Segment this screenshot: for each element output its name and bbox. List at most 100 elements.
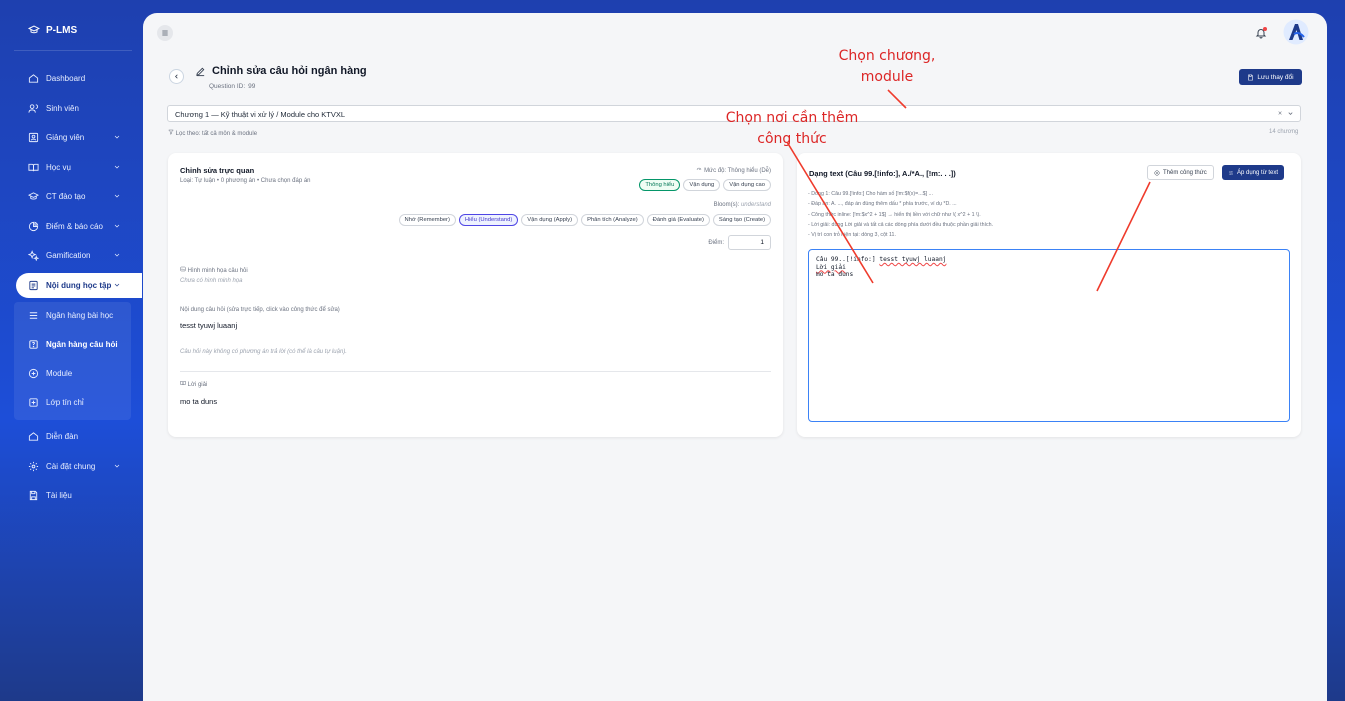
sidebar-item-curriculum[interactable]: CT đào tạo (0, 184, 142, 209)
text-editor-card: Dạng text (Câu 99.[!info:], A./*A., [!m:… (797, 153, 1301, 437)
sidebar-item-learning-content[interactable]: Nội dung học tập (16, 272, 142, 298)
sidebar-item-gamification[interactable]: Gamification (0, 243, 142, 268)
bloom-label: Bloom(s): understand (714, 202, 771, 208)
bloom-options: Nhớ (Remember) Hiểu (Understand) Vận dụn… (398, 214, 771, 226)
sidebar-item-dashboard[interactable]: Dashboard (0, 66, 142, 91)
menu-toggle-button[interactable] (157, 25, 173, 41)
clear-icon[interactable]: × (1278, 110, 1282, 117)
save-icon (1248, 74, 1254, 80)
image-section-label: Hình minh họa câu hỏi (180, 266, 248, 274)
sidebar-item-forum[interactable]: Diễn đàn (0, 424, 142, 449)
sidebar-item-label: Học vụ (46, 162, 71, 172)
visual-editor-title: Chỉnh sửa trực quan (180, 166, 255, 175)
save-button[interactable]: Lưu thay đổi (1239, 69, 1302, 85)
editor-line-3: mo ta duns (816, 271, 854, 278)
bloom-option-analyze[interactable]: Phân tích (Analyze) (581, 214, 644, 226)
annotation-line: Chọn chương, (838, 48, 936, 64)
sidebar-subitem-module[interactable]: Module (14, 361, 131, 386)
sidebar-subitem-question-bank[interactable]: Ngân hàng câu hỏi (14, 332, 131, 357)
difficulty-label: Mức độ: Thông hiểu (Dễ) (696, 166, 771, 174)
bloom-option-apply[interactable]: Vận dụng (Apply) (521, 214, 579, 226)
save-icon (28, 490, 39, 501)
sidebar-nav: Dashboard Sinh viên Giảng viên Học vụ CT… (0, 66, 142, 513)
syntax-note: - Công thức inline: [!m:$x^2 + 1$] → hiể… (808, 211, 981, 218)
sparkles-icon (28, 250, 39, 261)
pie-chart-icon (28, 221, 39, 232)
annotation-line: module (860, 69, 914, 85)
score-input[interactable]: 1 (728, 235, 771, 250)
syntax-note: - Lời giải: dùng Lời giải và tất cả các … (808, 221, 994, 228)
sidebar-item-label: Cài đặt chung (46, 461, 96, 471)
pencil-icon (196, 67, 205, 76)
chapter-count: 14 chương (1269, 129, 1299, 135)
chevron-down-icon (114, 253, 120, 257)
chevron-down-icon (114, 283, 120, 286)
sidebar-item-lecturers[interactable]: Giảng viên (0, 125, 142, 150)
difficulty-label-text: Mức độ: Thông hiểu (Dễ) (704, 168, 771, 174)
no-options-hint: Câu hỏi này không có phương án trả lời (… (180, 349, 347, 355)
sidebar-item-label: Lớp tín chỉ (46, 398, 84, 407)
notification-button[interactable] (1255, 27, 1267, 39)
sidebar-item-label: Ngân hàng bài học (46, 311, 114, 320)
graduation-cap-icon (28, 191, 39, 202)
sidebar-subitem-lesson-bank[interactable]: Ngân hàng bài học (14, 303, 131, 328)
difficulty-option-understand[interactable]: Thông hiểu (639, 179, 681, 191)
sidebar-item-label: Ngân hàng câu hỏi (46, 340, 118, 349)
chevron-down-icon[interactable] (1287, 110, 1294, 117)
score-field: Điểm: 1 (708, 235, 771, 250)
editor-line-1: Câu 99..[!info:] tesst tyuwj luaanj (816, 256, 946, 263)
book-open-icon (28, 162, 39, 173)
back-button[interactable] (169, 69, 184, 84)
sidebar-item-students[interactable]: Sinh viên (0, 96, 142, 121)
content-label: Nội dung câu hỏi (sửa trực tiếp, click v… (180, 307, 340, 313)
difficulty-options: Thông hiểu Vận dụng Vận dụng cao (639, 179, 771, 191)
add-formula-label: Thêm công thức (1163, 169, 1207, 176)
bloom-option-evaluate[interactable]: Đánh giá (Evaluate) (646, 214, 710, 226)
sidebar-item-label: Nội dung học tập (46, 280, 112, 290)
avatar[interactable] (1283, 19, 1309, 45)
add-formula-button[interactable]: Thêm công thức (1147, 165, 1214, 180)
sidebar-item-label: Tài liệu (46, 491, 72, 500)
text-editor-title: Dạng text (Câu 99.[!info:], A./*A., [!m:… (809, 169, 956, 178)
difficulty-option-apply[interactable]: Vận dụng (683, 179, 721, 191)
brand-name: P-LMS (46, 24, 78, 36)
question-id-value: 99 (248, 83, 256, 90)
filter-hint: Lọc theo: tất cả môn & module (168, 129, 257, 137)
sidebar-item-grades-reports[interactable]: Điểm & báo cáo (0, 214, 142, 239)
save-button-label: Lưu thay đổi (1257, 73, 1294, 81)
divider (180, 371, 771, 372)
syntax-note: - Dòng 1: Câu 99.[!info:] Cho hàm số [!m… (808, 191, 933, 197)
id-card-icon (28, 132, 39, 143)
question-id-label: Question ID: (209, 83, 246, 90)
brand-avatar-icon (1283, 19, 1309, 45)
question-text-editor[interactable]: Câu 99..[!info:] tesst tyuwj luaanj Lời … (808, 249, 1290, 422)
bloom-option-remember[interactable]: Nhớ (Remember) (398, 214, 456, 226)
sidebar-item-settings[interactable]: Cài đặt chung (0, 454, 142, 479)
bloom-option-understand[interactable]: Hiểu (Understand) (458, 214, 519, 226)
chevron-left-icon (175, 74, 178, 79)
sidebar-item-label: Dashboard (46, 74, 86, 83)
sidebar-item-academic[interactable]: Học vụ (0, 155, 142, 180)
users-icon (28, 103, 39, 114)
bloom-option-create[interactable]: Sáng tạo (Create) (712, 214, 771, 226)
solution-label-text: Lời giải (187, 382, 208, 388)
solution-content[interactable]: mo ta duns (180, 397, 217, 406)
square-plus-icon (28, 397, 39, 408)
syntax-note: - Vị trí con trỏ hiện tại: dòng 3, cột 1… (808, 232, 896, 239)
sidebar-item-label: Gamification (46, 251, 91, 260)
sidebar-item-label: Module (46, 369, 73, 378)
sidebar-item-label: Giảng viên (46, 133, 85, 142)
book-icon (180, 381, 186, 386)
difficulty-option-apply-high[interactable]: Vận dụng cao (723, 179, 771, 191)
apply-from-text-button[interactable]: Áp dụng từ text (1222, 165, 1285, 180)
sidebar-divider (14, 50, 132, 51)
brand-logo[interactable]: P-LMS (28, 24, 77, 36)
question-content[interactable]: tesst tyuwj luaanj (180, 321, 237, 330)
bloom-value: understand (740, 202, 771, 208)
chevron-down-icon (114, 194, 120, 198)
sidebar-item-documents[interactable]: Tài liệu (0, 483, 142, 508)
settings-icon (28, 461, 39, 472)
sidebar-subitem-credit-class[interactable]: Lớp tín chỉ (14, 390, 131, 415)
file-text-icon (28, 280, 39, 291)
syntax-note: - Đáp án: A. ..., đáp án đúng thêm dấu *… (808, 201, 957, 208)
